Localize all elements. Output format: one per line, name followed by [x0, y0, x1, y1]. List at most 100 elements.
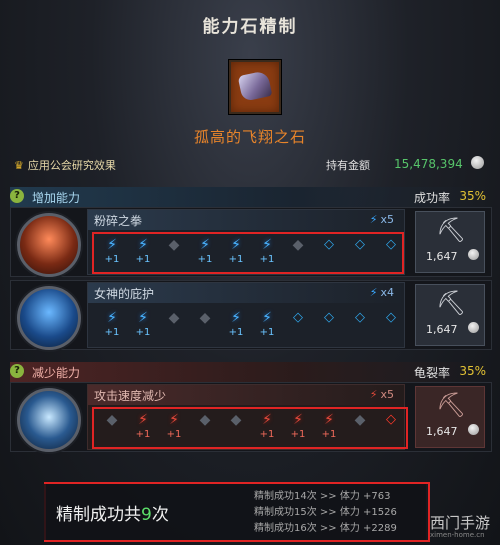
slot-icon: ⚡: [107, 310, 117, 326]
guild-research-label: 应用公会研究效果: [27, 159, 116, 172]
slot-icon: ◆: [354, 412, 366, 428]
success-total-suffix: 次: [151, 505, 169, 525]
coin-icon: [468, 249, 479, 260]
increase-label: 增加能力: [32, 191, 81, 205]
slot-icon: ◇: [324, 310, 334, 325]
skill-name: 攻击速度减少: [94, 389, 167, 403]
gold-label: 持有金额: [326, 159, 370, 172]
refine-slot-on: ⚡ +1: [253, 411, 281, 445]
slot-icon: ◇: [386, 310, 396, 325]
refine-slot-on: ⚡ +1: [129, 236, 157, 270]
skill-row-2: 女神的庇护 ⚡ x4 ⚡ +1 ⚡ +1 ◆ ◆ ⚡ +1 ⚡ +1 ◇ ◇ ◇ ◇ ⛏ 1,647: [10, 280, 492, 350]
refine-slot-on: ⚡ +1: [160, 411, 188, 445]
skill-panel: 攻击速度减少 ⚡ x5 ◆ ⚡ +1 ⚡ +1 ◆ ◆ ⚡ +1 ⚡ +1 ⚡ +1 ◆ ◇: [87, 384, 405, 450]
guild-research-toggle[interactable]: ♛ 应用公会研究效果: [14, 157, 116, 173]
lightning-icon: ⚡: [369, 388, 378, 401]
slot-icon: ⚡: [138, 237, 148, 253]
refine-button[interactable]: ⛏ 1,647: [415, 386, 485, 448]
refine-cost: 1,647: [426, 250, 458, 263]
slot-icon: ⚡: [293, 412, 303, 428]
skill-panel: 女神的庇护 ⚡ x4 ⚡ +1 ⚡ +1 ◆ ◆ ⚡ +1 ⚡ +1 ◇ ◇ ◇ ◇: [87, 282, 405, 348]
bonus-stages: 精制成功14次 >> 体力 +763 精制成功15次 >> 体力 +1526 精…: [254, 489, 397, 537]
slot-bonus: +1: [104, 254, 120, 265]
refine-slot-off: ◆: [191, 411, 219, 445]
refine-slot-on: ⚡ +1: [191, 236, 219, 270]
slot-icon: ◇: [355, 310, 365, 325]
refine-button[interactable]: ⛏ 1,647: [415, 284, 485, 346]
refine-slot-off: ◆: [160, 236, 188, 270]
slot-bonus: +1: [197, 254, 213, 265]
coin-icon: [468, 424, 479, 435]
slot-icon: ⚡: [262, 412, 272, 428]
refine-slot-off: ◆: [346, 411, 374, 445]
coin-icon: [471, 156, 484, 169]
multiplier: ⚡ x4: [370, 286, 394, 299]
multiplier-value: x5: [380, 388, 394, 401]
skill-icon-attack-speed-down: [17, 388, 81, 452]
slot-bonus: +1: [228, 254, 244, 265]
refine-slot-empty: ◇: [377, 236, 405, 270]
success-total-prefix: 精制成功共: [56, 505, 141, 525]
refine-slot-on: ⚡ +1: [98, 309, 126, 343]
skill-row-3: 攻击速度减少 ⚡ x5 ◆ ⚡ +1 ⚡ +1 ◆ ◆ ⚡ +1 ⚡ +1 ⚡ +1 ◆ ◇ ⛏ 1,647: [10, 382, 492, 452]
stone-icon[interactable]: [229, 60, 281, 114]
skill-icon-goddess-protection: [17, 286, 81, 350]
refine-slot-on: ⚡ +1: [129, 411, 157, 445]
slot-list: ⚡ +1 ⚡ +1 ◆ ⚡ +1 ⚡ +1 ⚡ +1 ◆ ◇ ◇ ◇: [98, 236, 398, 270]
slot-bonus: +1: [135, 254, 151, 265]
slot-bonus: +1: [228, 327, 244, 338]
slot-icon: ◆: [168, 310, 180, 326]
pickaxe-icon: ⛏: [436, 216, 467, 244]
multiplier: ⚡ x5: [370, 388, 394, 401]
coin-icon: [468, 322, 479, 333]
slot-icon: ⚡: [138, 412, 148, 428]
slot-bonus: +1: [259, 254, 275, 265]
lightning-icon: ⚡: [369, 286, 378, 299]
crown-icon: ♛: [14, 159, 24, 172]
help-icon[interactable]: ?: [10, 189, 24, 203]
refine-slot-empty: ◇: [315, 309, 343, 343]
lightning-icon: ⚡: [369, 213, 378, 226]
slot-bonus: +1: [104, 327, 120, 338]
bonus-stage: 精制成功15次 >> 体力 +1526: [254, 507, 397, 518]
refine-slot-empty: ◇: [346, 236, 374, 270]
refine-cost: 1,647: [426, 425, 458, 438]
stone-name: 孤高的飞翔之石: [193, 128, 306, 146]
slot-list: ◆ ⚡ +1 ⚡ +1 ◆ ◆ ⚡ +1 ⚡ +1 ⚡ +1 ◆ ◇: [98, 411, 398, 445]
skill-name: 粉碎之拳: [94, 214, 143, 228]
refine-slot-empty: ◇: [284, 309, 312, 343]
watermark-sub: ximen-home.cn: [430, 531, 485, 539]
refine-slot-on: ⚡ +1: [284, 411, 312, 445]
slot-icon: ◇: [293, 310, 303, 325]
slot-icon: ◆: [106, 412, 118, 428]
refine-slot-on: ⚡ +1: [129, 309, 157, 343]
success-rate-value: 35%: [459, 189, 486, 203]
slot-bonus: +1: [135, 327, 151, 338]
decrease-header: ? 减少能力 龟裂率 35%: [10, 362, 490, 382]
help-icon[interactable]: ?: [10, 364, 24, 378]
refine-slot-on: ⚡ +1: [222, 309, 250, 343]
gold-value: 15,478,394: [394, 157, 463, 171]
bonus-stage: 精制成功14次 >> 体力 +763: [254, 491, 391, 502]
slot-icon: ◇: [386, 237, 396, 252]
bonus-stage: 精制成功16次 >> 体力 +2289: [254, 523, 397, 534]
slot-icon: ⚡: [262, 237, 272, 253]
slot-bonus: +1: [290, 429, 306, 440]
refine-slot-on: ⚡ +1: [253, 309, 281, 343]
refine-slot-empty: ◇: [377, 309, 405, 343]
slot-icon: ⚡: [138, 310, 148, 326]
crack-rate-value: 35%: [459, 364, 486, 378]
skill-icon-crush-fist: [17, 213, 81, 277]
page-title: 能力石精制: [202, 17, 298, 37]
refine-slot-empty: ◇: [346, 309, 374, 343]
crack-rate-label: 龟裂率: [413, 366, 450, 380]
skill-name: 女神的庇护: [94, 287, 155, 301]
refine-slot-off: ◆: [222, 411, 250, 445]
slot-bonus: +1: [321, 429, 337, 440]
slot-bonus: +1: [166, 429, 182, 440]
refine-summary: 精制成功共9次 精制成功14次 >> 体力 +763 精制成功15次 >> 体力…: [44, 484, 426, 540]
refine-button[interactable]: ⛏ 1,647: [415, 211, 485, 273]
refine-slot-empty: ◇: [315, 236, 343, 270]
multiplier-value: x4: [380, 286, 394, 299]
slot-icon: ◇: [386, 412, 396, 427]
